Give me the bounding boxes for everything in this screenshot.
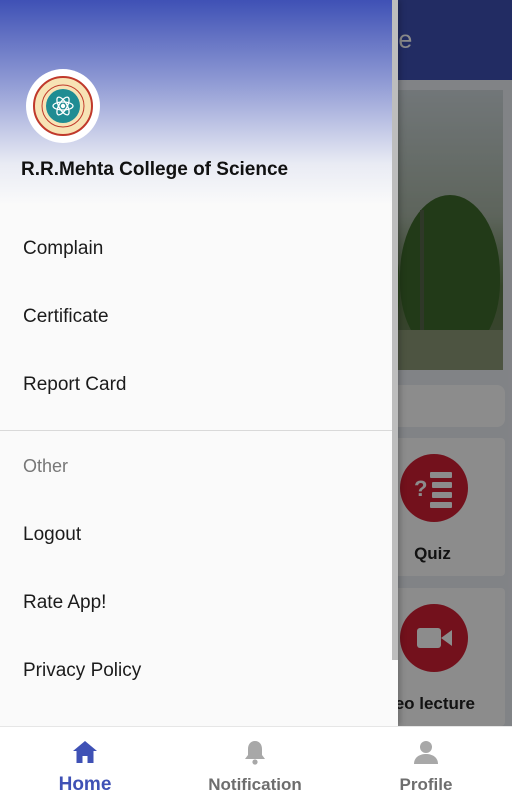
menu-item-report-card[interactable]: Report Card (0, 357, 398, 413)
section-header-other: Other (23, 456, 69, 476)
nav-notification-tab[interactable]: Notification (170, 727, 340, 800)
menu-item-complain[interactable]: Complain (0, 221, 398, 277)
bell-icon (245, 741, 265, 765)
menu-item-rate-app[interactable]: Rate App! (0, 575, 398, 631)
menu-item-certificate[interactable]: Certificate (0, 289, 398, 345)
college-name: R.R.Mehta College of Science (21, 159, 289, 180)
drawer-header: R.R.Mehta College of Science (0, 0, 398, 205)
bottom-navigation: Home Notification Profile (0, 726, 512, 800)
drawer-scrollbar[interactable] (392, 0, 398, 660)
nav-profile-label: Profile (399, 775, 453, 794)
drawer-divider (0, 430, 398, 431)
menu-item-logout[interactable]: Logout (0, 507, 398, 563)
college-logo (26, 69, 100, 143)
home-icon (73, 741, 97, 763)
nav-home-tab[interactable]: Home (0, 727, 170, 800)
navigation-drawer: R.R.Mehta College of Science Complain Ce… (0, 0, 398, 726)
nav-home-label: Home (58, 774, 112, 795)
person-icon (414, 741, 438, 764)
nav-notification-label: Notification (208, 775, 302, 794)
nav-profile-tab[interactable]: Profile (341, 727, 511, 800)
menu-item-privacy-policy[interactable]: Privacy Policy (0, 643, 398, 699)
